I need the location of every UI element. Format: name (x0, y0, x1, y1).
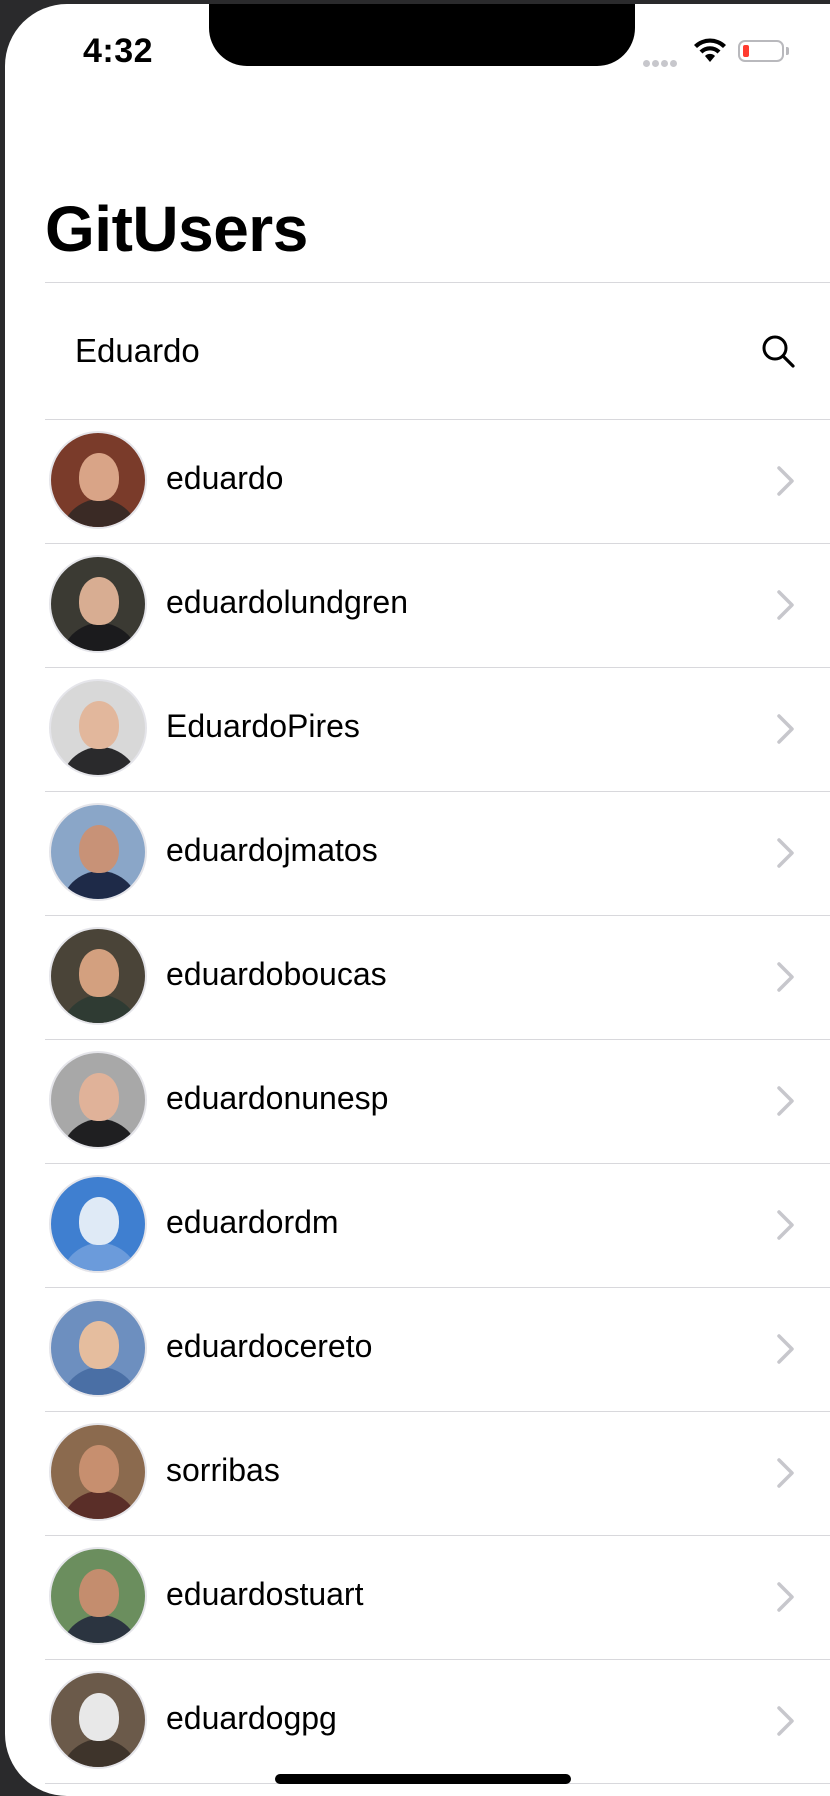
list-item[interactable]: eduardocereto (45, 1288, 830, 1412)
list-item[interactable]: eduardogpg (45, 1660, 830, 1784)
avatar (49, 1423, 147, 1521)
list-item[interactable]: eduardolundgren (45, 544, 830, 668)
wifi-icon (694, 38, 726, 62)
list-item[interactable]: eduardordm (45, 1164, 830, 1288)
username-label: eduardonunesp (166, 1080, 389, 1116)
chevron-right-icon (777, 962, 794, 992)
chevron-right-icon (777, 1086, 794, 1116)
chevron-right-icon (777, 714, 794, 744)
list-item[interactable]: eduardo (45, 420, 830, 544)
avatar (49, 1175, 147, 1273)
battery-icon (738, 40, 789, 62)
search-bar (45, 283, 830, 419)
list-item[interactable]: eduardonunesp (45, 1040, 830, 1164)
avatar (49, 679, 147, 777)
user-list: eduardo eduardolundgren EduardoPires eduard… (45, 420, 830, 1784)
list-item[interactable]: eduardojmatos (45, 792, 830, 916)
chevron-right-icon (777, 1582, 794, 1612)
username-label: eduardolundgren (166, 584, 408, 620)
status-bar: 4:32 (5, 4, 830, 104)
username-label: eduardostuart (166, 1576, 364, 1612)
chevron-right-icon (777, 1706, 794, 1736)
chevron-right-icon (777, 838, 794, 868)
search-input[interactable] (75, 323, 715, 379)
battery-level (743, 45, 749, 57)
search-icon[interactable] (760, 333, 796, 369)
avatar (49, 1299, 147, 1397)
chevron-right-icon (777, 1458, 794, 1488)
device-frame: 4:32 GitUsers eduardoeduardolun (0, 0, 830, 1796)
avatar (49, 927, 147, 1025)
username-label: EduardoPires (166, 708, 360, 744)
avatar (49, 1547, 147, 1645)
chevron-right-icon (777, 1210, 794, 1240)
list-item[interactable]: EduardoPires (45, 668, 830, 792)
page-title: GitUsers (45, 193, 308, 265)
username-label: eduardo (166, 460, 284, 496)
username-label: eduardoboucas (166, 956, 387, 992)
avatar (49, 803, 147, 901)
list-item[interactable]: eduardostuart (45, 1536, 830, 1660)
cellular-signal-icon (643, 54, 683, 67)
avatar (49, 555, 147, 653)
username-label: sorribas (166, 1452, 280, 1488)
username-label: eduardojmatos (166, 832, 378, 868)
status-time: 4:32 (83, 32, 154, 70)
home-indicator[interactable] (275, 1774, 571, 1784)
list-item[interactable]: sorribas (45, 1412, 830, 1536)
list-item[interactable]: eduardoboucas (45, 916, 830, 1040)
chevron-right-icon (777, 590, 794, 620)
username-label: eduardocereto (166, 1328, 373, 1364)
chevron-right-icon (777, 466, 794, 496)
avatar (49, 431, 147, 529)
device-notch (209, 4, 635, 66)
avatar (49, 1671, 147, 1769)
app-screen: 4:32 GitUsers eduardoeduardolun (5, 4, 830, 1796)
username-label: eduardordm (166, 1204, 339, 1240)
avatar (49, 1051, 147, 1149)
username-label: eduardogpg (166, 1700, 337, 1736)
chevron-right-icon (777, 1334, 794, 1364)
